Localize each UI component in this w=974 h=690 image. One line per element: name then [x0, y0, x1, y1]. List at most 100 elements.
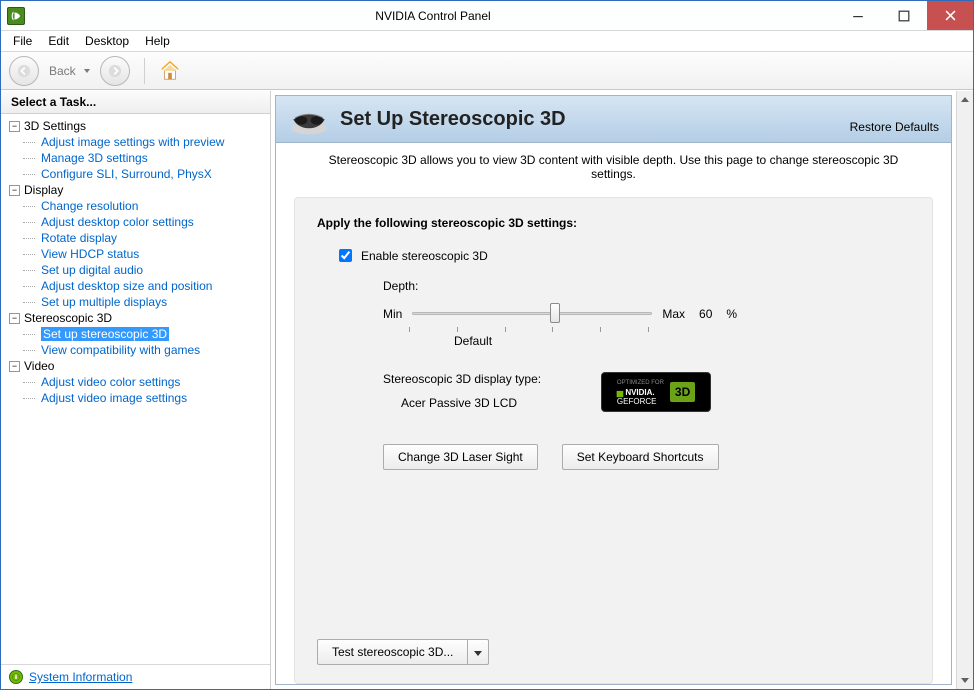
tree-item-link[interactable]: Set up stereoscopic 3D: [41, 327, 169, 341]
tree-item-link[interactable]: Adjust image settings with preview: [41, 135, 224, 149]
page: Set Up Stereoscopic 3D Restore Defaults …: [275, 95, 952, 685]
set-keyboard-shortcuts-button[interactable]: Set Keyboard Shortcuts: [562, 444, 719, 470]
toolbar-separator: [144, 58, 145, 84]
menu-file[interactable]: File: [5, 32, 40, 50]
inner-settings: Depth: Min Max 60 %: [383, 279, 910, 470]
tree-group-row[interactable]: −3D Settings: [1, 118, 270, 134]
depth-slider-track: [412, 312, 652, 315]
tree-item-link[interactable]: Configure SLI, Surround, PhysX: [41, 167, 212, 181]
page-header: Set Up Stereoscopic 3D Restore Defaults: [276, 96, 951, 143]
tree-collapse-toggle[interactable]: −: [9, 361, 20, 372]
display-type-value: Acer Passive 3D LCD: [401, 396, 541, 410]
tree-item[interactable]: Set up multiple displays: [23, 294, 270, 310]
tree-items: Change resolution Adjust desktop color se…: [1, 198, 270, 310]
maximize-button[interactable]: [881, 1, 927, 30]
tree-items: Set up stereoscopic 3D View compatibility…: [1, 326, 270, 358]
tree-item-link[interactable]: Set up multiple displays: [41, 295, 167, 309]
vertical-scrollbar[interactable]: [956, 91, 973, 689]
tree-item-link[interactable]: Adjust video image settings: [41, 391, 187, 405]
depth-unit: %: [726, 307, 737, 321]
window-buttons: [835, 1, 973, 30]
nav-history-dropdown[interactable]: [84, 69, 90, 73]
tree-item[interactable]: Rotate display: [23, 230, 270, 246]
tree-collapse-toggle[interactable]: −: [9, 121, 20, 132]
tree-item[interactable]: Change resolution: [23, 198, 270, 214]
tree-item-link[interactable]: Change resolution: [41, 199, 138, 213]
tree-item-link[interactable]: View HDCP status: [41, 247, 139, 261]
depth-slider-thumb[interactable]: [550, 303, 560, 323]
tree-group-row[interactable]: −Stereoscopic 3D: [1, 310, 270, 326]
nav-back-label: Back: [49, 64, 76, 78]
settings-panel: Apply the following stereoscopic 3D sett…: [294, 197, 933, 684]
test-stereoscopic-dropdown[interactable]: [467, 639, 489, 665]
depth-max-label: Max: [662, 307, 685, 321]
tree-group-row[interactable]: −Display: [1, 182, 270, 198]
tree-item[interactable]: View compatibility with games: [23, 342, 270, 358]
tree-item[interactable]: Adjust video color settings: [23, 374, 270, 390]
menu-help[interactable]: Help: [137, 32, 178, 50]
tree-group-label: Video: [24, 359, 54, 373]
vscroll-down-button[interactable]: [957, 672, 973, 689]
action-buttons-row: Change 3D Laser Sight Set Keyboard Short…: [383, 444, 910, 470]
tree-item-link[interactable]: View compatibility with games: [41, 343, 200, 357]
depth-slider[interactable]: [412, 303, 652, 325]
change-laser-sight-button[interactable]: Change 3D Laser Sight: [383, 444, 538, 470]
content-scroll: Set Up Stereoscopic 3D Restore Defaults …: [271, 91, 956, 689]
tree-group-label: Stereoscopic 3D: [24, 311, 112, 325]
vscroll-up-button[interactable]: [957, 91, 973, 108]
tree-collapse-toggle[interactable]: −: [9, 185, 20, 196]
system-information-link[interactable]: System Information: [29, 670, 132, 684]
tree-item[interactable]: Adjust video image settings: [23, 390, 270, 406]
task-tree[interactable]: −3D SettingsAdjust image settings with p…: [1, 114, 270, 664]
tree-group: −DisplayChange resolution Adjust desktop …: [1, 182, 270, 310]
main-area: Select a Task... −3D SettingsAdjust imag…: [1, 90, 973, 689]
tree-item[interactable]: Set up digital audio: [23, 262, 270, 278]
tree-item-link[interactable]: Manage 3D settings: [41, 151, 148, 165]
tree-item-link[interactable]: Set up digital audio: [41, 263, 143, 277]
tree-group: −3D SettingsAdjust image settings with p…: [1, 118, 270, 182]
tree-item-link[interactable]: Adjust desktop color settings: [41, 215, 194, 229]
menu-bar: File Edit Desktop Help: [1, 31, 973, 52]
nav-back-button[interactable]: [9, 56, 39, 86]
tree-items: Adjust image settings with preview Manage…: [1, 134, 270, 182]
home-button[interactable]: [159, 60, 181, 82]
tree-item[interactable]: Configure SLI, Surround, PhysX: [23, 166, 270, 182]
display-type-row: Stereoscopic 3D display type: Acer Passi…: [383, 372, 910, 412]
enable-stereoscopic-checkbox[interactable]: [339, 249, 352, 262]
vscroll-track[interactable]: [957, 108, 973, 672]
title-bar: NVIDIA Control Panel: [1, 1, 973, 31]
tree-item[interactable]: Adjust desktop size and position: [23, 278, 270, 294]
menu-edit[interactable]: Edit: [40, 32, 77, 50]
window-title: NVIDIA Control Panel: [31, 9, 835, 23]
nvidia-3d-badge: OPTIMIZED FOR ▅ NVIDIA. GEFORCE 3D: [601, 372, 711, 412]
nav-forward-button[interactable]: [100, 56, 130, 86]
content-pane: Set Up Stereoscopic 3D Restore Defaults …: [271, 91, 973, 689]
tree-item[interactable]: Adjust image settings with preview: [23, 134, 270, 150]
enable-stereoscopic-label[interactable]: Enable stereoscopic 3D: [361, 249, 488, 263]
page-header-icon: [288, 102, 330, 136]
tree-item-link[interactable]: Adjust video color settings: [41, 375, 180, 389]
depth-slider-row: Min Max 60 %: [383, 303, 910, 325]
tree-item[interactable]: Manage 3D settings: [23, 150, 270, 166]
tree-item[interactable]: Adjust desktop color settings: [23, 214, 270, 230]
test-button-row: Test stereoscopic 3D...: [317, 639, 489, 665]
tree-item-link[interactable]: Rotate display: [41, 231, 117, 245]
tree-items: Adjust video color settings Adjust video …: [1, 374, 270, 406]
tree-item[interactable]: Set up stereoscopic 3D: [23, 326, 270, 342]
badge-text: OPTIMIZED FOR ▅ NVIDIA. GEFORCE: [617, 379, 664, 406]
page-title: Set Up Stereoscopic 3D: [340, 108, 566, 131]
tree-item-link[interactable]: Adjust desktop size and position: [41, 279, 212, 293]
tree-item[interactable]: View HDCP status: [23, 246, 270, 262]
app-icon: [7, 7, 25, 25]
tree-group-row[interactable]: −Video: [1, 358, 270, 374]
depth-slider-ticks: [409, 327, 649, 332]
menu-desktop[interactable]: Desktop: [77, 32, 137, 50]
minimize-button[interactable]: [835, 1, 881, 30]
restore-defaults-link[interactable]: Restore Defaults: [850, 120, 939, 136]
test-stereoscopic-button[interactable]: Test stereoscopic 3D...: [317, 639, 467, 665]
tree-collapse-toggle[interactable]: −: [9, 313, 20, 324]
close-button[interactable]: [927, 1, 973, 30]
display-type-left: Stereoscopic 3D display type: Acer Passi…: [383, 372, 541, 410]
depth-min-label: Min: [383, 307, 402, 321]
page-description: Stereoscopic 3D allows you to view 3D co…: [276, 143, 951, 197]
